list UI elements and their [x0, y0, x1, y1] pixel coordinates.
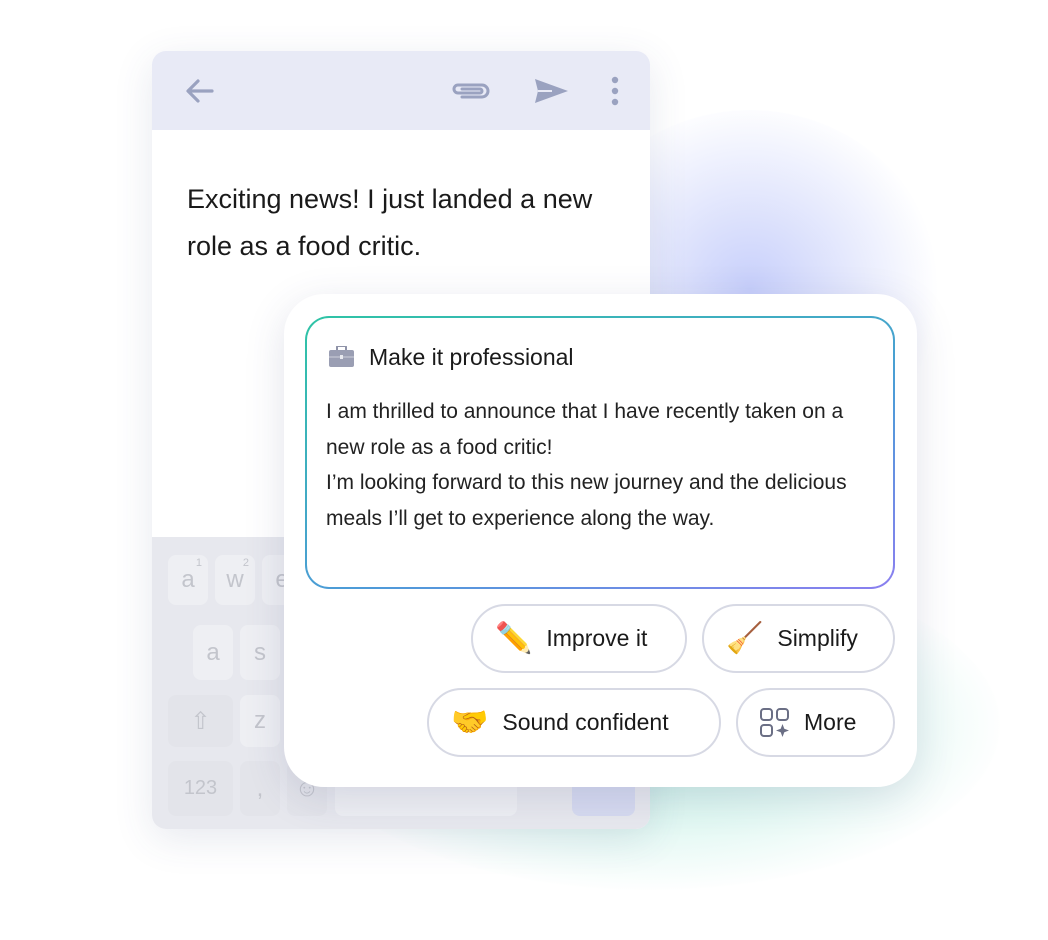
- more-button[interactable]: More: [736, 688, 895, 757]
- pencil-sparkles-icon: ✏️: [495, 621, 533, 655]
- numbers-key[interactable]: 123: [168, 761, 233, 816]
- simplify-button[interactable]: 🧹 Simplify: [702, 604, 895, 673]
- suggestion-text: I am thrilled to announce that I have re…: [326, 400, 847, 530]
- key[interactable]: z: [240, 695, 280, 747]
- key[interactable]: a1: [168, 555, 208, 605]
- handshake-icon: 🤝: [451, 705, 489, 739]
- broom-icon: 🧹: [726, 621, 764, 655]
- more-vertical-icon[interactable]: [607, 73, 623, 116]
- sound-confident-button[interactable]: 🤝 Sound confident: [427, 688, 721, 757]
- back-arrow-icon[interactable]: [182, 73, 218, 116]
- suggestion-panel: Make it professional I am thrilled to an…: [284, 294, 917, 787]
- comma-key[interactable]: ,: [240, 761, 280, 816]
- message-body[interactable]: Exciting news! I just landed a new role …: [187, 176, 607, 270]
- suggestion-title: Make it professional: [369, 344, 574, 370]
- improve-it-button[interactable]: ✏️ Improve it: [471, 604, 687, 673]
- grid-sparkle-icon: [760, 707, 789, 737]
- shift-key[interactable]: ⇧: [168, 695, 233, 747]
- key[interactable]: w2: [215, 555, 255, 605]
- paperclip-icon[interactable]: [448, 73, 494, 116]
- send-icon[interactable]: [533, 73, 569, 116]
- suggestion-card[interactable]: Make it professional I am thrilled to an…: [305, 316, 895, 589]
- compose-header: [152, 51, 650, 130]
- briefcase-icon: [329, 346, 354, 367]
- key[interactable]: s: [240, 625, 280, 680]
- key[interactable]: a: [193, 625, 233, 680]
